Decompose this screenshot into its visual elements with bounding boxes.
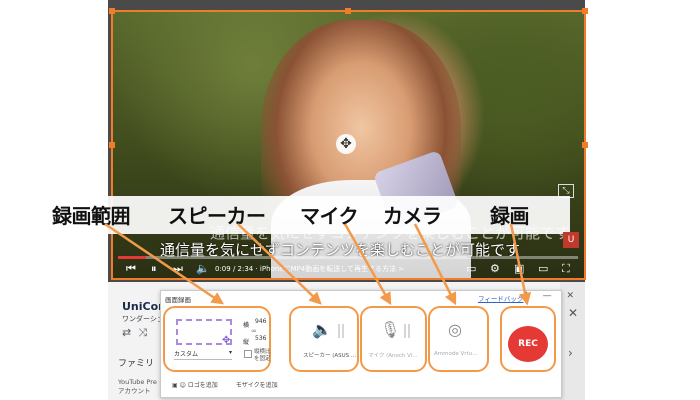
window-controls[interactable]: ? — ✕ [523,291,580,301]
close-icon[interactable]: ✕ [568,306,578,320]
callout-area: 録画範囲 [52,204,131,228]
preset-select[interactable]: カスタム ▾ [174,349,232,360]
chevron-down-icon: ▾ [228,349,232,356]
speaker-icon[interactable]: 🔈 [312,320,332,339]
speaker-device[interactable]: スピーカー (ASUS ... [303,351,356,359]
resize-handle[interactable] [345,8,351,14]
time-display: 0:09 / 2:34 · iPhoneにMP4動画を転送して再生する方法 > [215,265,405,273]
person-icon[interactable]: ☺ [180,382,186,389]
callout-record: 録画 [490,204,530,228]
width-label: 横 [243,322,250,329]
move-icon[interactable]: ✥ [222,335,230,346]
camera-device[interactable]: Ammode Vrtu... [434,351,477,357]
subtitles-icon[interactable]: ▭ [466,262,476,276]
level-meter [404,324,410,338]
aspect-checkbox[interactable] [244,350,252,358]
progress-fill [118,256,146,259]
youtube-premium-text: YouTube Pre アカウント [118,378,157,395]
camera-off-icon[interactable]: ◎ [448,320,462,339]
gear-icon[interactable]: ⚙ [490,262,500,276]
callout-speaker: スピーカー [168,204,266,228]
callout-mic: マイク [300,204,359,228]
miniplayer-icon[interactable]: ▣ [514,262,524,276]
height-field[interactable]: 536 [255,335,271,345]
shuffle-icon[interactable]: ⤨ [138,326,147,339]
tools-label[interactable]: ロゴを追加 モザイクを追加 [188,382,278,389]
level-meter [338,324,344,338]
mic-off-icon[interactable]: 🎙 [380,320,400,339]
height-label: 縦 [243,339,250,346]
link-icon[interactable]: ∞ [251,327,257,335]
pause-icon[interactable]: ⏸ [151,262,157,276]
camera-section [428,306,489,372]
app-subtitle: ワンダーシェ [122,315,164,323]
fullscreen-icon[interactable]: ⛶ [562,262,570,276]
aspect-label: 縦横比を固定 [254,349,271,362]
feedback-link[interactable]: フィードバック [478,293,523,303]
image-icon[interactable]: ▣ [172,382,178,389]
next-icon[interactable]: ⏭ [173,262,183,276]
repeat-icon[interactable]: ⇄ [122,326,131,339]
mic-device[interactable]: マイク (Anoch Vi... [368,351,418,359]
chevron-right-icon[interactable]: › [568,346,573,360]
bottom-toolbar: ▣ ☺ ロゴを追加 モザイクを追加 [172,380,278,389]
resize-handle[interactable] [582,8,588,14]
move-cross-icon[interactable]: ✥ [336,134,356,154]
resize-handle[interactable] [582,142,588,148]
previous-icon[interactable]: ⏮ [126,262,136,276]
width-field[interactable]: 946 [255,318,271,328]
callout-camera: カメラ [383,204,442,228]
speaker-section [289,306,359,372]
mic-section [360,306,427,372]
rec-button[interactable]: REC [508,326,548,362]
resize-handle[interactable] [109,8,115,14]
brand-mark-icon: U [563,232,579,248]
family-label: ファミリ [118,359,155,369]
progress-track[interactable] [118,256,578,259]
preset-value: カスタム [174,351,199,358]
volume-icon[interactable]: 🔈 [196,262,210,276]
dialog-title: 画面録画 [165,296,191,304]
panel-icons: ⇄ ⤨ [122,326,147,340]
resize-handle[interactable] [109,142,115,148]
theater-icon[interactable]: ▭ [538,262,548,276]
